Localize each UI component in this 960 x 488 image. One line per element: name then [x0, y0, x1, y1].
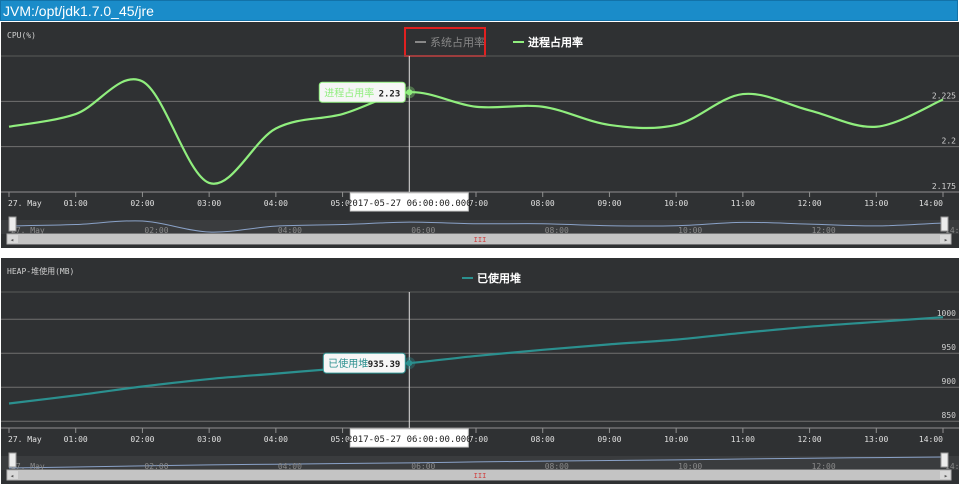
x-tick-label: 02:00 — [130, 435, 154, 444]
chart-title: HEAP-堆使用(MB) — [7, 266, 74, 276]
y-tick-label: 900 — [942, 377, 957, 386]
x-tick-label: 13:00 — [864, 435, 888, 444]
chart-legend: 已使用堆 — [462, 271, 521, 285]
x-tick-label: 04:00 — [264, 435, 288, 444]
legend-label: 系统占用率 — [430, 35, 485, 49]
y-tick-label: 2.225 — [932, 91, 956, 100]
navigator-left-handle[interactable] — [8, 216, 17, 232]
scrollbar-grip-icon[interactable]: III — [474, 472, 487, 480]
time-label-text: 2017-05-27 06:00:00.000 — [347, 435, 472, 445]
series-line-cpu[interactable] — [8, 78, 944, 185]
window-title: JVM:/opt/jdk1.7.0_45/jre — [3, 3, 154, 19]
tooltip-value: 935.39 — [368, 360, 401, 370]
chart-title: CPU(%) — [7, 31, 36, 40]
time-label-text: 2017-05-27 06:00:00.000 — [347, 199, 472, 209]
tooltip-value: 2.23 — [379, 89, 401, 99]
legend-item-0[interactable]: 系统占用率 — [404, 27, 486, 57]
scroll-left-icon[interactable]: ◂ — [10, 472, 14, 480]
panel-gap — [0, 248, 960, 258]
cpu-chart[interactable]: CPU(%)系统占用率 进程占用率2.1752.22.22527. May 01:0… — [1, 22, 960, 248]
scrollbar-grip-icon[interactable]: III — [474, 236, 487, 244]
tooltip: 已使用堆 935.39 — [322, 352, 406, 374]
scroll-left-icon[interactable]: ◂ — [10, 236, 14, 244]
x-tick-label: 01:00 — [64, 435, 88, 444]
y-tick-label: 850 — [942, 411, 957, 420]
heap-chart-panel: HEAP-堆使用(MB) 已使用堆 850 900 950 1000 27. May 01:0… — [1, 258, 960, 484]
x-tick-label: 09:00 — [597, 435, 621, 444]
hover-point — [406, 89, 413, 96]
tooltip: 进程占用率 2.23 — [318, 81, 406, 103]
tooltip-series-name: 已使用堆 — [328, 357, 368, 370]
navigator-right-handle[interactable] — [940, 216, 949, 232]
legend-item-0[interactable]: 已使用堆 — [462, 271, 521, 285]
x-tick-label: 01:00 — [64, 199, 88, 208]
navigator-right-handle[interactable] — [940, 452, 949, 468]
x-tick-label: 14:00 — [919, 435, 943, 444]
x-tick-label: 09:00 — [597, 199, 621, 208]
x-tick-label: 10:00 — [664, 199, 688, 208]
x-tick-label: 27. May — [8, 435, 42, 444]
x-tick-label: 11:00 — [731, 435, 755, 444]
scroll-right-icon[interactable]: ▸ — [944, 472, 948, 480]
tooltip-series-name: 进程占用率 — [324, 86, 374, 99]
x-tick-label: 14:00 — [919, 199, 943, 208]
navigator[interactable]: 27. May 02:00 04:00 06:00 08:00 10:00 12:00 14:… — [1, 216, 960, 235]
y-tick-label: 950 — [942, 343, 957, 352]
x-tick-label: 04:00 — [264, 199, 288, 208]
scrollbar[interactable]: ◂ ▸ III — [6, 233, 952, 245]
x-tick-label: 02:00 — [130, 199, 154, 208]
x-tick-label: 03:00 — [197, 435, 221, 444]
series-line-heap[interactable] — [8, 316, 944, 405]
crosshair-time-label: 2017-05-27 06:00:00.000 — [347, 192, 472, 212]
legend-item-1[interactable]: 进程占用率 — [513, 35, 583, 49]
window-title-bar: JVM:/opt/jdk1.7.0_45/jre — [0, 0, 958, 21]
scroll-right-icon[interactable]: ▸ — [944, 236, 948, 244]
y-tick-label: 2.175 — [932, 182, 956, 191]
scrollbar[interactable]: ◂ ▸ III — [6, 469, 952, 481]
crosshair-time-label: 2017-05-27 06:00:00.000 — [347, 428, 472, 448]
x-tick-label: 12:00 — [798, 435, 822, 444]
legend-label: 进程占用率 — [528, 35, 583, 49]
chart-legend: 系统占用率 进程占用率 — [404, 27, 583, 57]
navigator[interactable]: 27. May 02:00 04:00 06:00 08:00 10:00 12:00 14:… — [1, 452, 960, 471]
cpu-chart-panel: CPU(%) 系统占用率 进程占用率 2.175 2.2 2.225 27. May 01:0… — [1, 22, 960, 248]
x-tick-label: 08:00 — [531, 435, 555, 444]
x-tick-label: 27. May — [8, 199, 42, 208]
heap-chart[interactable]: HEAP-堆使用(MB)已使用堆850900950100027. May 01:0… — [1, 258, 960, 484]
legend-label: 已使用堆 — [477, 271, 521, 285]
x-tick-label: 10:00 — [664, 435, 688, 444]
x-tick-label: 11:00 — [731, 199, 755, 208]
y-tick-label: 2.2 — [942, 137, 957, 146]
x-tick-label: 03:00 — [197, 199, 221, 208]
x-tick-label: 13:00 — [864, 199, 888, 208]
hover-point — [406, 360, 413, 367]
navigator-left-handle[interactable] — [8, 452, 17, 468]
x-tick-label: 08:00 — [531, 199, 555, 208]
x-tick-label: 12:00 — [798, 199, 822, 208]
